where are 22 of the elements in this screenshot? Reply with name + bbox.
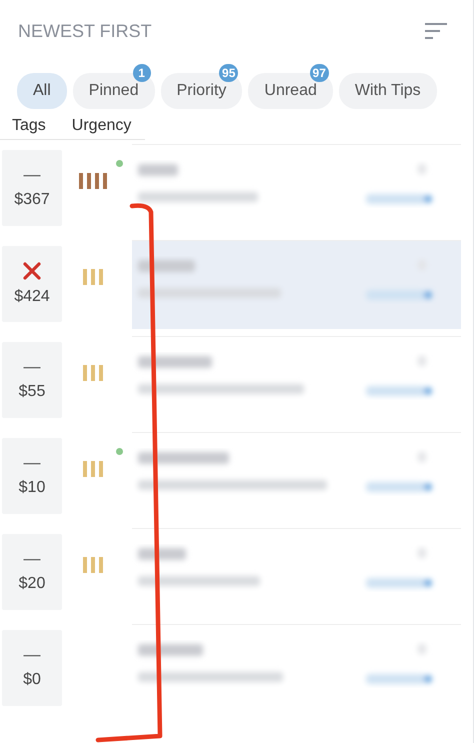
- tag-mark: —: [24, 167, 40, 183]
- amount: $55: [18, 383, 46, 401]
- amount: $20: [18, 575, 46, 593]
- amount: $424: [14, 288, 50, 306]
- count-badge: 97: [310, 64, 329, 82]
- count-badge: 1: [132, 64, 151, 82]
- column-header: Urgency: [72, 117, 132, 135]
- sort-label: NEWEST FIRST: [18, 20, 152, 42]
- column-header: Tags: [12, 117, 46, 135]
- count-badge: 95: [219, 64, 238, 82]
- tag-mark: —: [24, 647, 40, 663]
- amount: $10: [18, 479, 46, 497]
- amount: $0: [23, 671, 41, 689]
- tag-mark: —: [24, 551, 40, 567]
- amount: $367: [14, 191, 50, 209]
- sort-icon[interactable]: [425, 22, 447, 40]
- tag-mark: —: [24, 455, 40, 471]
- message-preview-panel[interactable]: [132, 240, 461, 328]
- tag-mark: —: [24, 359, 40, 375]
- cross-icon: [23, 262, 41, 280]
- filter-chip[interactable]: With Tips: [338, 73, 437, 109]
- filter-chip[interactable]: All: [17, 73, 67, 109]
